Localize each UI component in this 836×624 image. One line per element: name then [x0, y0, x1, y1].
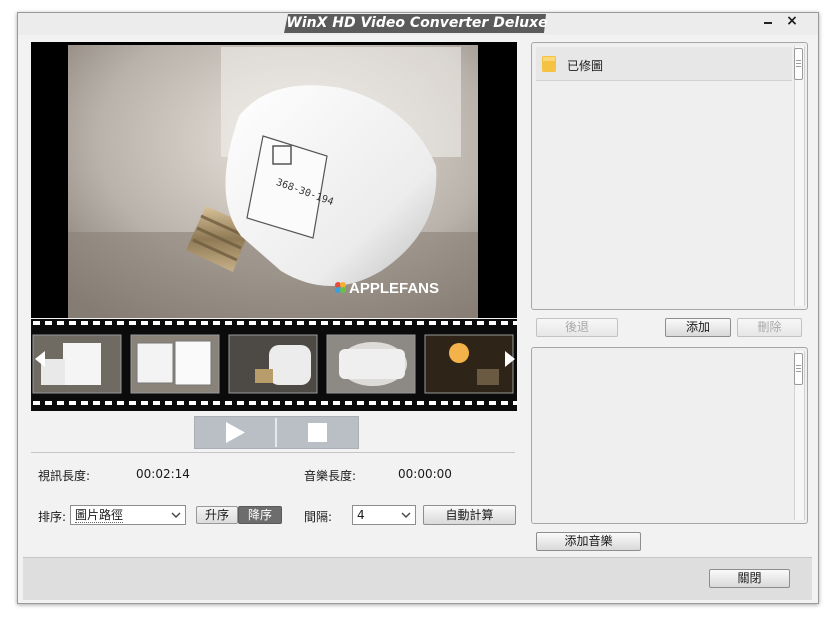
stop-button[interactable] [277, 417, 358, 448]
stop-icon [308, 423, 327, 442]
interval-label: 間隔: [304, 510, 333, 524]
play-button[interactable] [195, 417, 275, 448]
close-window-button[interactable]: × [784, 13, 800, 29]
image-list-scrollbar[interactable] [794, 46, 805, 306]
back-button[interactable]: 後退 [536, 318, 618, 337]
slideshow-preview: 368-30-194 APPLEFANS [31, 42, 517, 318]
thumbnail-filmstrip[interactable] [31, 319, 517, 411]
music-list[interactable] [531, 347, 808, 524]
sort-selected-value: 圖片路徑 [75, 508, 124, 523]
sort-dropdown[interactable]: 圖片路徑 [70, 505, 186, 525]
preview-photo: 368-30-194 APPLEFANS [31, 42, 517, 318]
music-list-scrollbar[interactable] [794, 351, 805, 520]
image-folder-list[interactable] [531, 42, 808, 310]
add-music-button[interactable]: 添加音樂 [536, 532, 641, 551]
thumbnail-5[interactable] [424, 334, 515, 394]
interval-selected-value: 4 [357, 508, 365, 522]
play-icon [226, 422, 245, 443]
window-title: WinX HD Video Converter Deluxe [286, 15, 548, 31]
scrollbar-thumb[interactable] [794, 353, 803, 385]
chevron-down-icon [171, 512, 181, 518]
thumbnail-4[interactable] [326, 334, 416, 394]
sort-ascending-button[interactable]: 升序 [196, 506, 238, 524]
thumbnail-3[interactable] [228, 334, 318, 394]
add-button[interactable]: 添加 [665, 318, 731, 337]
thumbnail-1[interactable] [32, 334, 122, 394]
auto-calculate-button[interactable]: 自動計算 [423, 505, 516, 525]
interval-dropdown[interactable]: 4 [352, 505, 416, 525]
chevron-down-icon [401, 512, 411, 518]
video-length-value: 00:02:14 [136, 467, 190, 481]
sort-label: 排序: [38, 510, 67, 524]
delete-button[interactable]: 刪除 [737, 318, 802, 337]
sort-descending-button[interactable]: 降序 [238, 506, 282, 524]
applefans-logo: APPLEFANS [335, 280, 439, 297]
svg-text:APPLEFANS: APPLEFANS [349, 280, 439, 297]
folder-name: 已修圖 [567, 59, 604, 73]
footer-bar [23, 557, 812, 600]
scrollbar-thumb[interactable] [794, 48, 803, 80]
video-length-label: 視訊長度: [38, 469, 91, 483]
music-length-label: 音樂長度: [304, 469, 357, 483]
close-button[interactable]: 關閉 [709, 569, 790, 588]
minimize-button[interactable] [761, 13, 775, 29]
section-divider [31, 452, 515, 453]
thumbnail-2[interactable] [130, 334, 220, 394]
music-length-value: 00:00:00 [398, 467, 452, 481]
folder-icon [542, 56, 556, 72]
